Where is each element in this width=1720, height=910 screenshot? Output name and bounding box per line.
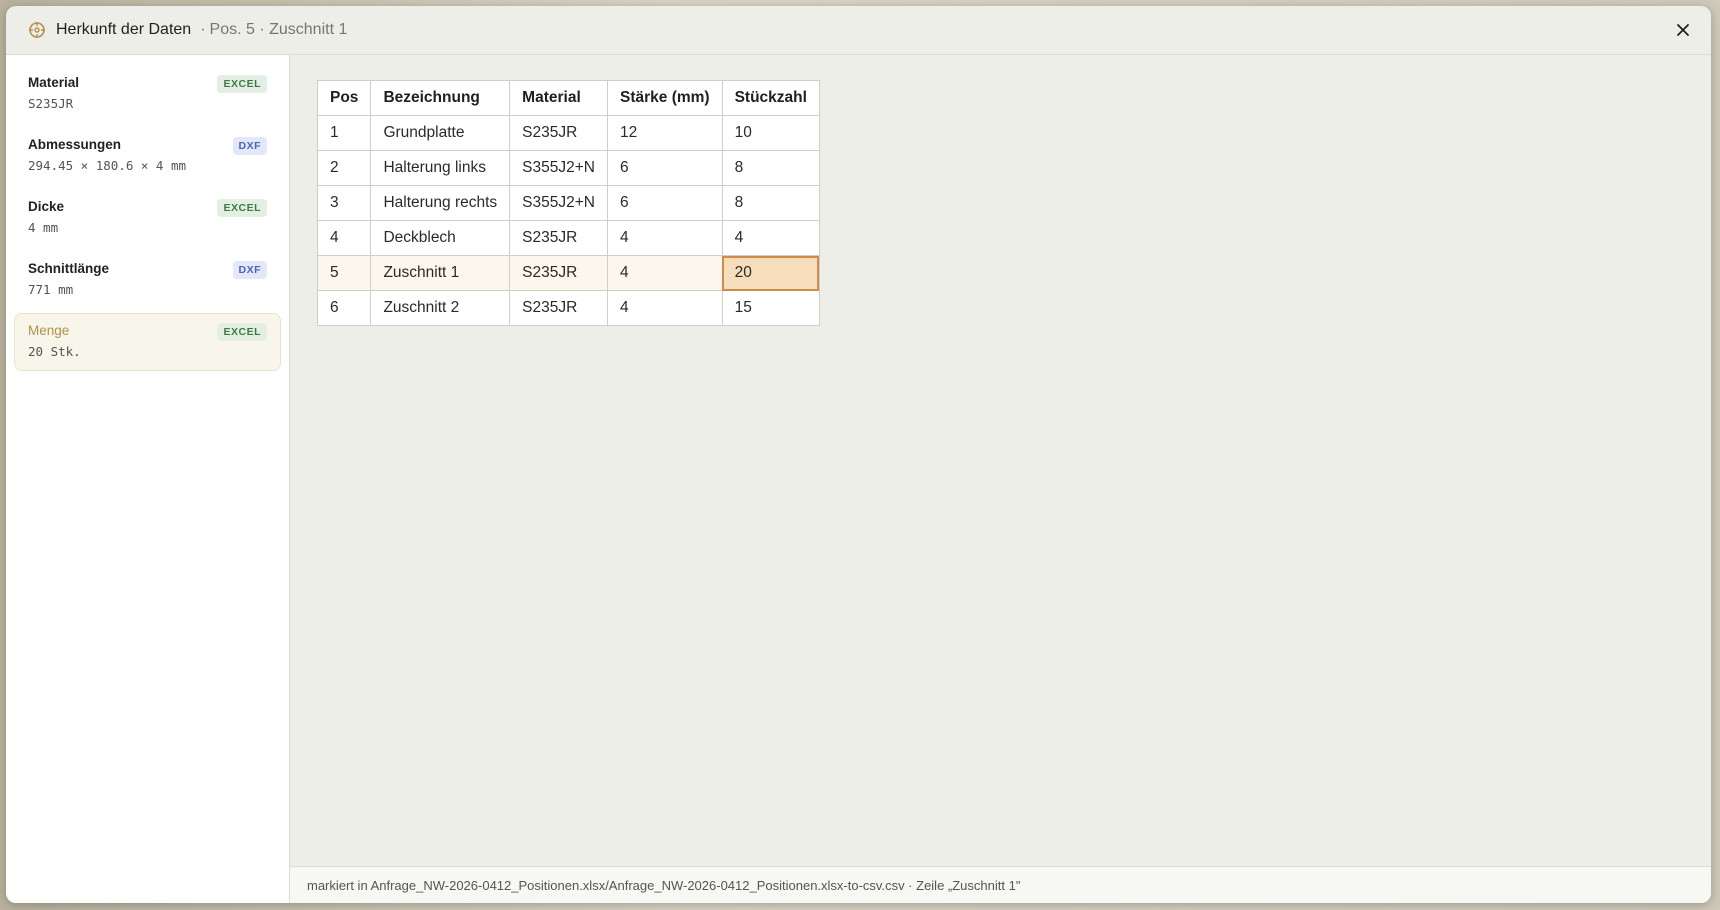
source-badge: EXCEL	[217, 75, 267, 93]
table-cell: 8	[721, 150, 820, 186]
column-header: Pos	[316, 80, 372, 116]
column-header: Bezeichnung	[370, 80, 511, 116]
table-row-highlighted: 5 Zuschnitt 1 S235JR 4 20	[316, 255, 820, 291]
table-cell: S235JR	[509, 115, 608, 151]
column-header: Stärke (mm)	[607, 80, 723, 116]
table-row: 2 Halterung links S355J2+N 6 8	[316, 150, 820, 186]
source-badge: EXCEL	[217, 323, 267, 341]
provenance-dialog: Herkunft der Daten · Pos. 5 · Zuschnitt …	[6, 6, 1711, 903]
column-header: Stückzahl	[721, 80, 820, 116]
sidebar-item-schnittlaenge[interactable]: Schnittlänge 771 mm DXF	[14, 251, 281, 309]
sidebar-item-material[interactable]: Material S235JR EXCEL	[14, 65, 281, 123]
field-value: S235JR	[28, 96, 74, 111]
dialog-body: Material S235JR EXCEL Abmessungen 294.45…	[6, 55, 1711, 903]
table-row: 6 Zuschnitt 2 S235JR 4 15	[316, 290, 820, 326]
field-value: 20 Stk.	[28, 344, 81, 359]
field-value: 4 mm	[28, 220, 59, 235]
table-cell: 1	[316, 115, 372, 151]
table-cell: Zuschnitt 1	[370, 255, 511, 291]
field-name: Schnittlänge	[28, 261, 110, 276]
table-cell: S235JR	[509, 255, 608, 291]
marked-cell: 20	[721, 255, 820, 291]
table-cell: Halterung links	[370, 150, 511, 186]
close-icon	[1677, 24, 1689, 36]
sidebar-item-menge[interactable]: Menge 20 Stk. EXCEL	[14, 313, 281, 371]
field-value: 771 mm	[28, 282, 74, 297]
table-cell: 4	[607, 220, 723, 256]
table-cell: 4	[607, 290, 723, 326]
field-sidebar: Material S235JR EXCEL Abmessungen 294.45…	[6, 55, 290, 903]
title-separator: ·	[200, 21, 206, 38]
table-cell: Zuschnitt 2	[370, 290, 511, 326]
sidebar-item-abmessungen[interactable]: Abmessungen 294.45 × 180.6 × 4 mm DXF	[14, 127, 281, 185]
table-cell: 12	[607, 115, 723, 151]
source-footer: markiert in Anfrage_NW-2026-0412_Positio…	[290, 866, 1711, 903]
dialog-header: Herkunft der Daten · Pos. 5 · Zuschnitt …	[6, 6, 1711, 55]
table-cell: S355J2+N	[509, 150, 608, 186]
source-badge: EXCEL	[217, 199, 267, 217]
close-button[interactable]	[1673, 20, 1693, 40]
source-badge: DXF	[232, 137, 267, 155]
table-cell: Grundplatte	[370, 115, 511, 151]
source-preview: Pos Bezeichnung Material Stärke (mm) Stü…	[290, 55, 1711, 903]
field-value: 294.45 × 180.6 × 4 mm	[28, 158, 187, 173]
table-cell: S355J2+N	[509, 185, 608, 221]
table-cell: S235JR	[509, 290, 608, 326]
table-cell: 10	[721, 115, 820, 151]
table-header-row: Pos Bezeichnung Material Stärke (mm) Stü…	[316, 80, 820, 116]
table-cell: 4	[316, 220, 372, 256]
table-row: 4 Deckblech S235JR 4 4	[316, 220, 820, 256]
table-cell: Deckblech	[370, 220, 511, 256]
field-name: Abmessungen	[28, 137, 122, 152]
table-row: 3 Halterung rechts S355J2+N 6 8	[316, 185, 820, 221]
table-cell: 6	[316, 290, 372, 326]
column-header: Material	[509, 80, 608, 116]
table-cell: 15	[721, 290, 820, 326]
dialog-subtitle: Pos. 5 · Zuschnitt 1	[209, 21, 348, 38]
table-row: 1 Grundplatte S235JR 12 10	[316, 115, 820, 151]
table-cell: 3	[316, 185, 372, 221]
table-cell: 6	[607, 150, 723, 186]
source-location-text: markiert in Anfrage_NW-2026-0412_Positio…	[307, 877, 1021, 893]
table-cell: 4	[607, 255, 723, 291]
table-cell: Halterung rechts	[370, 185, 511, 221]
sidebar-item-dicke[interactable]: Dicke 4 mm EXCEL	[14, 189, 281, 247]
table-cell: 4	[721, 220, 820, 256]
table-cell: 6	[607, 185, 723, 221]
table-cell: S235JR	[509, 220, 608, 256]
table-cell: 8	[721, 185, 820, 221]
table-cell: 5	[316, 255, 372, 291]
source-table: Pos Bezeichnung Material Stärke (mm) Stü…	[316, 80, 820, 326]
source-table-wrap: Pos Bezeichnung Material Stärke (mm) Stü…	[316, 80, 820, 326]
table-cell: 2	[316, 150, 372, 186]
source-badge: DXF	[232, 261, 267, 279]
dialog-title: Herkunft der Daten	[56, 21, 192, 38]
crosshair-icon	[28, 21, 46, 39]
